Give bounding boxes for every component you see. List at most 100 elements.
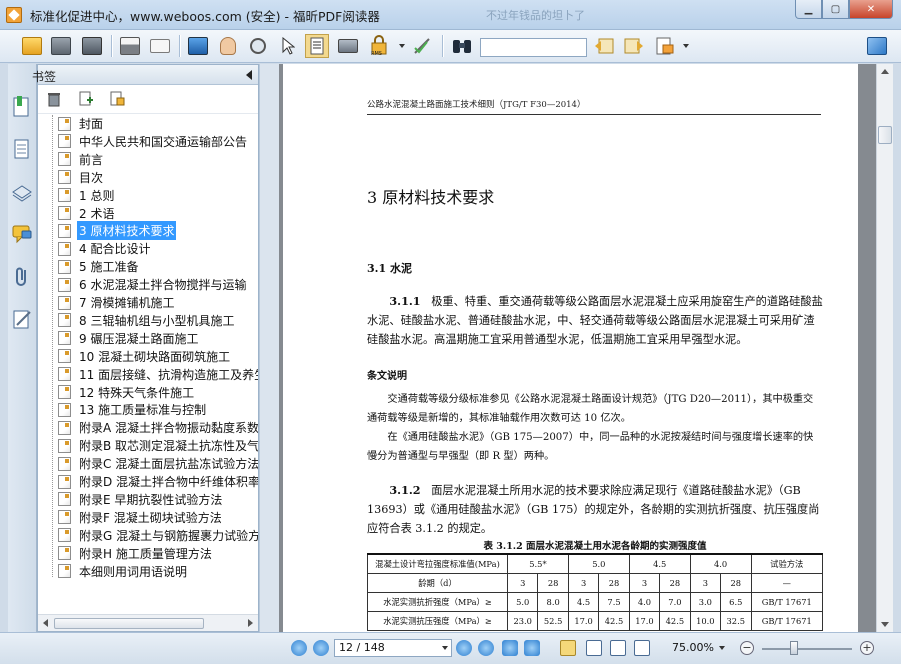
clause-text: 面层水泥混凝土所用水泥的技术要求除应满足现行《道路硅酸盐水泥》（GB 13693… bbox=[367, 484, 820, 535]
add-child-bookmark-icon[interactable] bbox=[109, 91, 125, 107]
scroll-right-arrow-icon[interactable] bbox=[248, 619, 253, 627]
bookmark-item[interactable]: 附录B 取芯测定混凝土抗冻性及气 bbox=[58, 437, 258, 454]
continuous-facing-view-icon[interactable] bbox=[634, 640, 650, 656]
forward-arrow-icon[interactable] bbox=[524, 640, 540, 656]
page-dropdown-icon[interactable] bbox=[442, 646, 448, 650]
scroll-down-arrow-icon[interactable] bbox=[881, 622, 889, 627]
save-as-icon[interactable] bbox=[80, 34, 104, 58]
select-arrow-icon[interactable] bbox=[276, 34, 300, 58]
bookmark-item[interactable]: 目次 bbox=[58, 169, 105, 186]
note-title: 条文说明 bbox=[367, 371, 407, 382]
bookmark-item[interactable]: 附录A 混凝土拌合物振动黏度系数 bbox=[58, 419, 258, 436]
bookmark-item[interactable]: 1 总则 bbox=[58, 187, 116, 204]
table-cell: 7.5 bbox=[598, 591, 630, 612]
rms-lock-icon[interactable]: RMS bbox=[367, 34, 391, 58]
signature-icon[interactable] bbox=[410, 34, 434, 58]
minimize-button[interactable]: ▁ bbox=[795, 0, 822, 19]
save-icon[interactable] bbox=[49, 34, 73, 58]
zoom-glass-icon[interactable] bbox=[246, 34, 270, 58]
signatures-panel-icon[interactable] bbox=[11, 308, 33, 332]
first-page-icon[interactable] bbox=[291, 640, 307, 656]
bookmark-item[interactable]: 7 滑模摊铺机施工 bbox=[58, 294, 176, 311]
zoom-in-button[interactable]: + bbox=[860, 641, 874, 655]
zoom-level[interactable]: 75.00% bbox=[672, 641, 714, 654]
hand-tool-icon[interactable] bbox=[216, 34, 240, 58]
comments-panel-icon[interactable] bbox=[11, 222, 33, 246]
email-icon[interactable] bbox=[148, 34, 172, 58]
table-cell: 3 bbox=[567, 572, 600, 593]
open-folder-icon[interactable] bbox=[20, 34, 44, 58]
bookmark-item[interactable]: 3 原材料技术要求 bbox=[58, 221, 177, 241]
layers-panel-icon[interactable] bbox=[11, 180, 33, 204]
bookmark-item[interactable]: 本细则用词用语说明 bbox=[58, 563, 189, 580]
bookmark-item[interactable]: 5 施工准备 bbox=[58, 258, 140, 275]
bookmark-item[interactable]: 附录E 早期抗裂性试验方法 bbox=[58, 491, 224, 508]
bookmark-page-icon bbox=[58, 170, 71, 185]
bookmark-item[interactable]: 12 特殊天气条件施工 bbox=[58, 384, 196, 401]
bookmarks-panel-icon[interactable] bbox=[11, 96, 33, 120]
bookmark-label: 附录G 混凝土与钢筋握裹力试验方 bbox=[79, 528, 258, 543]
bookmark-item[interactable]: 附录F 混凝土砌块试验方法 bbox=[58, 509, 224, 526]
collapse-panel-icon[interactable] bbox=[246, 70, 252, 80]
page-number-field[interactable]: 12 / 148 bbox=[334, 639, 452, 657]
zoom-slider-track[interactable] bbox=[762, 648, 852, 650]
facing-view-icon[interactable] bbox=[610, 640, 626, 656]
bookmark-item[interactable]: 6 水泥混凝土拌合物搅拌与运输 bbox=[58, 276, 248, 293]
search-input[interactable] bbox=[480, 38, 587, 57]
horizontal-scroll-thumb[interactable] bbox=[54, 618, 204, 629]
scroll-up-arrow-icon[interactable] bbox=[881, 69, 889, 74]
bookmark-item[interactable]: 附录H 施工质量管理方法 bbox=[58, 545, 214, 562]
bookmark-item[interactable]: 封面 bbox=[58, 115, 105, 132]
bookmark-item[interactable]: 附录D 混凝土拌合物中纤维体积率 bbox=[58, 473, 258, 490]
maximize-button[interactable]: ▢ bbox=[822, 0, 849, 19]
find-previous-icon[interactable] bbox=[592, 34, 616, 58]
print-icon[interactable] bbox=[118, 34, 142, 58]
bookmark-item[interactable]: 4 配合比设计 bbox=[58, 240, 152, 257]
bookmark-label: 前言 bbox=[79, 152, 104, 167]
previous-page-icon[interactable] bbox=[313, 640, 329, 656]
document-view[interactable]: 公路水泥混凝土路面施工技术细则（JTG/T F30—2014） 3 原材料技术要… bbox=[279, 64, 876, 632]
app-logo-icon bbox=[6, 7, 22, 23]
bookmark-page-icon bbox=[58, 188, 71, 203]
highlight-tool-icon[interactable] bbox=[653, 34, 677, 58]
delete-bookmark-icon[interactable] bbox=[46, 91, 62, 107]
status-bar: 12 / 148 75.00% − + bbox=[0, 632, 901, 664]
bookmark-item[interactable]: 13 施工质量标准与控制 bbox=[58, 401, 208, 418]
bookmark-item[interactable]: 8 三辊轴机组与小型机具施工 bbox=[58, 312, 236, 329]
bookmark-item[interactable]: 2 术语 bbox=[58, 205, 116, 222]
back-arrow-icon[interactable] bbox=[502, 640, 518, 656]
snapshot-camera-icon[interactable] bbox=[336, 34, 360, 58]
zoom-out-button[interactable]: − bbox=[740, 641, 754, 655]
next-page-icon[interactable] bbox=[456, 640, 472, 656]
table-cell: 4.0 bbox=[628, 591, 661, 612]
bookmark-item[interactable]: 附录G 混凝土与钢筋握裹力试验方 bbox=[58, 527, 258, 544]
bookmark-item[interactable]: 中华人民共和国交通运输部公告 bbox=[58, 133, 249, 150]
continuous-view-icon[interactable] bbox=[586, 640, 602, 656]
close-button[interactable]: ✕ bbox=[849, 0, 893, 19]
zoom-dropdown-icon[interactable] bbox=[719, 646, 725, 650]
panel-splitter[interactable] bbox=[259, 64, 279, 632]
vertical-scroll-thumb[interactable] bbox=[878, 126, 892, 144]
find-next-icon[interactable] bbox=[622, 34, 646, 58]
document-vertical-scrollbar[interactable] bbox=[876, 64, 893, 632]
text-select-icon[interactable] bbox=[305, 34, 329, 58]
bookmark-page-icon bbox=[58, 152, 71, 167]
bookmark-item[interactable]: 附录C 混凝土面层抗盐冻试验方法 bbox=[58, 455, 258, 472]
bookmark-item[interactable]: 10 混凝土砌块路面砌筑施工 bbox=[58, 348, 232, 365]
scroll-left-arrow-icon[interactable] bbox=[43, 619, 48, 627]
bookmark-item[interactable]: 11 面层接缝、抗滑构造施工及养生 bbox=[58, 366, 258, 383]
bookmark-item[interactable]: 前言 bbox=[58, 151, 105, 168]
attachments-panel-icon[interactable] bbox=[11, 264, 33, 288]
binoculars-icon[interactable] bbox=[450, 34, 474, 58]
expand-window-icon[interactable] bbox=[865, 34, 889, 58]
add-bookmark-icon[interactable] bbox=[78, 91, 94, 107]
table-cell: 龄期（d） bbox=[367, 572, 508, 593]
bookmark-item[interactable]: 9 碾压混凝土路面施工 bbox=[58, 330, 200, 347]
zoom-slider-knob[interactable] bbox=[790, 641, 798, 655]
last-page-icon[interactable] bbox=[478, 640, 494, 656]
bookmark-page-icon bbox=[58, 564, 71, 578]
single-page-view-icon[interactable] bbox=[560, 640, 576, 656]
fullscreen-monitor-icon[interactable] bbox=[186, 34, 210, 58]
bookmarks-horizontal-scrollbar[interactable] bbox=[38, 614, 258, 631]
pages-panel-icon[interactable] bbox=[11, 138, 33, 162]
